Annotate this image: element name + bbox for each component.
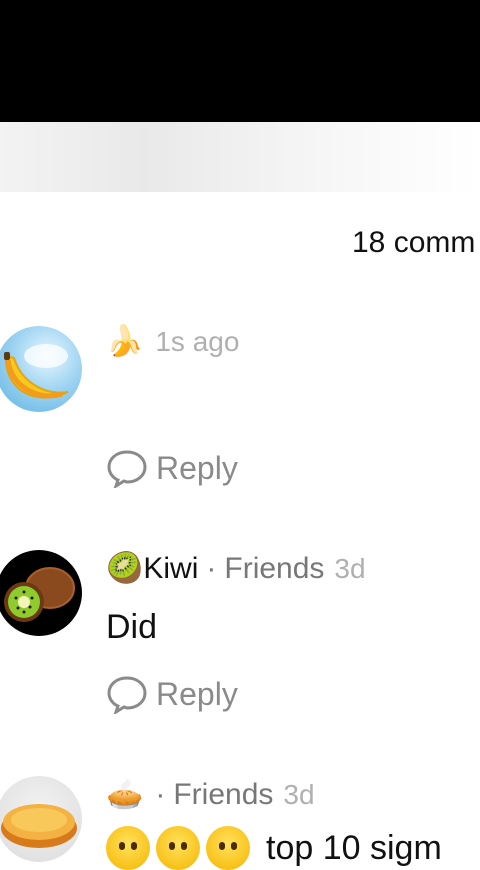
comment-count: 18 comm: [352, 226, 476, 259]
reply-label: Reply: [156, 675, 238, 712]
comment-3-separator: ·: [155, 778, 166, 811]
neutral-face-emoji-icon: [156, 826, 200, 870]
banana-avatar[interactable]: [0, 326, 82, 412]
comment-1-reply-button[interactable]: Reply: [106, 448, 238, 488]
comment-2-reply-button[interactable]: Reply: [106, 674, 238, 714]
banana-icon: [4, 344, 69, 399]
comment-3-text: top 10 sigm: [266, 828, 442, 867]
comment-2-separator: ·: [206, 552, 217, 585]
reply-bubble-icon: [107, 676, 147, 714]
comment-2-time: 3d: [334, 553, 366, 584]
comment-2-username[interactable]: Kiwi: [143, 552, 198, 586]
comment-2-meta: 🥝 Kiwi · Friends 3d: [106, 552, 366, 586]
comment-3-friends-tag: Friends: [173, 778, 274, 811]
kiwi-emoji: 🥝: [106, 552, 144, 585]
video-fade: [0, 122, 480, 192]
comment-1-time: 1s ago: [155, 326, 240, 357]
video-top-area: [0, 0, 480, 122]
kiwi-avatar[interactable]: [0, 550, 82, 636]
banana-emoji: 🍌: [106, 325, 144, 358]
reply-bubble-icon: [107, 450, 147, 488]
pie-avatar[interactable]: [0, 776, 82, 862]
kiwi-icon: [4, 567, 75, 622]
comment-2-friends-tag: Friends: [224, 552, 325, 585]
pie-emoji: 🥧: [106, 778, 144, 811]
comment-3-time: 3d: [283, 779, 315, 810]
neutral-face-emoji-icon: [106, 826, 150, 870]
comment-2-text: Did: [106, 608, 158, 646]
comment-3-meta: 🥧 · Friends 3d: [106, 778, 315, 812]
reply-label: Reply: [156, 449, 238, 486]
comment-3-text-row: top 10 sigm: [106, 826, 442, 870]
neutral-face-emoji-icon: [206, 826, 250, 870]
comment-1-meta: 🍌 1s ago: [106, 326, 239, 358]
pie-icon: [1, 804, 77, 848]
